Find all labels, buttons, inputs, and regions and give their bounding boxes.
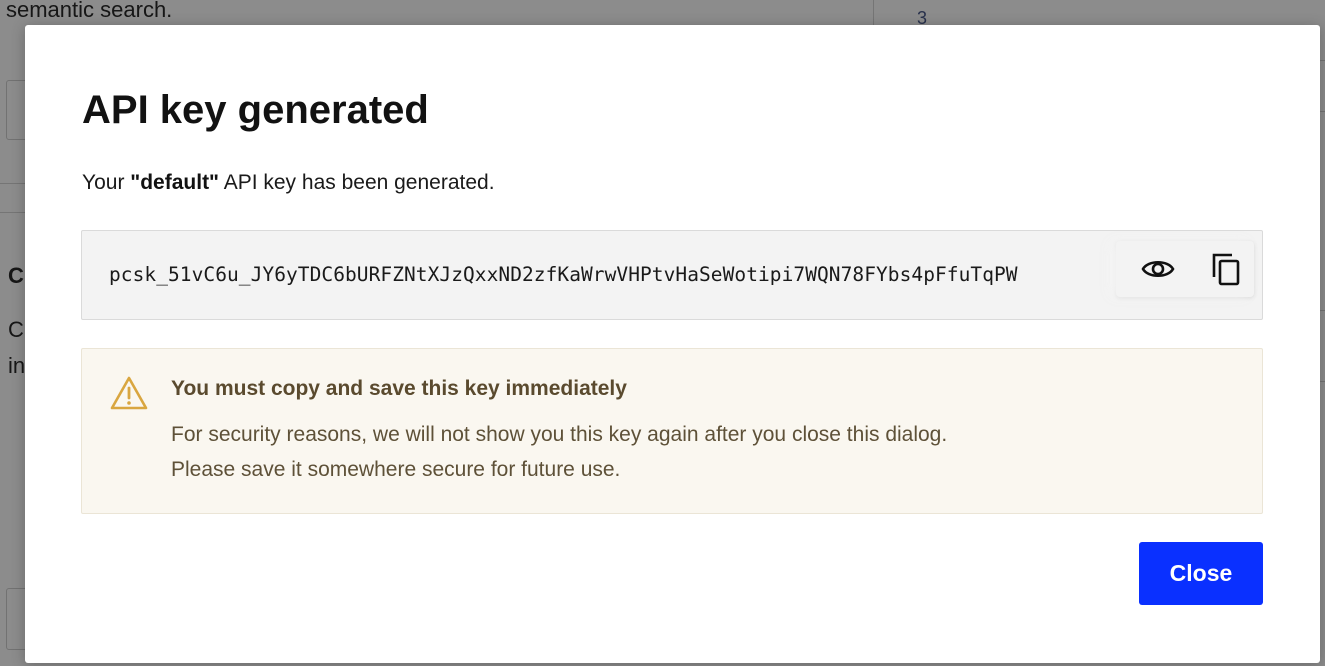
reveal-key-button[interactable] [1138,249,1178,289]
api-key-name: "default" [130,171,220,194]
dialog-description: Your "default" API key has been generate… [82,171,495,195]
warning-callout: You must copy and save this key immediat… [81,348,1263,514]
dialog-title: API key generated [82,88,429,132]
api-key-field[interactable]: pcsk_51vC6u_JY6yTDC6bURFZNtXJzQxxND2zfKa… [81,230,1263,320]
api-key-dialog: API key generated Your "default" API key… [25,25,1320,663]
warning-triangle-icon [110,376,148,410]
description-suffix: API key has been generated. [219,171,495,194]
close-button[interactable]: Close [1139,542,1263,605]
api-key-actions [1116,241,1254,297]
warning-title: You must copy and save this key immediat… [171,377,627,400]
api-key-value[interactable]: pcsk_51vC6u_JY6yTDC6bURFZNtXJzQxxND2zfKa… [109,263,1018,286]
copy-key-button[interactable] [1206,249,1246,289]
warning-message-line: Please save it somewhere secure for futu… [171,458,621,481]
warning-message-line: For security reasons, we will not show y… [171,423,948,446]
description-prefix: Your [82,171,131,194]
eye-icon [1141,260,1175,278]
copy-icon [1212,253,1240,286]
